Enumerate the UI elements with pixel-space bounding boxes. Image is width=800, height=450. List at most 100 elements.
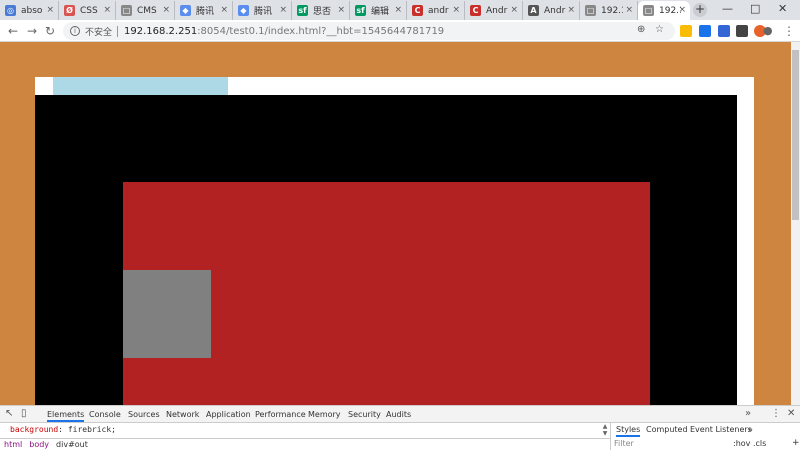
browser-tab[interactable]: A Andr × xyxy=(523,1,580,20)
tab-title: absol xyxy=(21,5,43,16)
browser-tab[interactable]: sf 编辑 × xyxy=(350,1,407,20)
new-tab-button[interactable]: + xyxy=(693,3,707,17)
minimize-button[interactable]: — xyxy=(722,2,733,16)
firebrick-box xyxy=(123,182,650,405)
tab-title: CMS xyxy=(137,5,157,16)
maximize-button[interactable]: □ xyxy=(750,2,760,16)
page-scrollbar[interactable] xyxy=(791,42,800,405)
browser-tab[interactable]: ◎ absol × xyxy=(0,1,59,20)
tab-close-icon[interactable]: × xyxy=(162,5,170,15)
styles-more-icon[interactable]: » xyxy=(748,425,753,434)
devtools-tab-audits[interactable]: Audits xyxy=(386,406,411,422)
outer-white-box xyxy=(35,77,754,405)
devtools-menu-icon[interactable]: ⋮ xyxy=(771,408,781,420)
tab-title: 思否 xyxy=(313,7,332,17)
page-icon: □ xyxy=(643,5,654,16)
zoom-icon[interactable]: ⊕ xyxy=(637,24,645,35)
ext-google-icon[interactable] xyxy=(680,25,692,37)
div-out xyxy=(35,95,737,405)
devtools-more-tabs-icon[interactable]: » xyxy=(745,408,751,420)
chrome-menu-icon[interactable]: ⋮ xyxy=(783,23,795,39)
device-toolbar-icon[interactable]: ▯ xyxy=(21,408,27,420)
tab-close-icon[interactable]: × xyxy=(103,5,111,15)
tab-close-icon[interactable]: × xyxy=(220,5,228,15)
tab-title: Andr xyxy=(486,5,508,16)
tab-title: andr xyxy=(428,5,449,16)
url-host: 192.168.2.251 xyxy=(124,25,198,37)
elements-code-line[interactable]: background: firebrick; xyxy=(10,425,116,434)
tab-close-icon[interactable]: × xyxy=(510,5,518,15)
browser-tab-active[interactable]: □192.1× xyxy=(638,1,690,20)
tab-title: 腾讯 xyxy=(254,7,273,17)
page-scrollbar-thumb[interactable] xyxy=(792,50,799,220)
browser-tab[interactable]: Ø CSS × xyxy=(59,1,116,20)
styles-tab-styles[interactable]: Styles xyxy=(616,425,641,437)
account-icon[interactable]: ● xyxy=(763,23,773,39)
segmentfault-icon: sf xyxy=(355,5,366,16)
devtools-tab-memory[interactable]: Memory xyxy=(308,406,341,422)
devtools-tab-performance[interactable]: Performance xyxy=(255,406,306,422)
hov-cls-toggle[interactable]: :hov .cls xyxy=(733,439,766,448)
ext-shield-icon[interactable] xyxy=(699,25,711,37)
elements-scroll-arrows[interactable]: ▲ ▼ xyxy=(600,423,610,438)
styles-tab-computed[interactable]: Computed xyxy=(646,425,688,434)
ext-dark-icon[interactable] xyxy=(736,25,748,37)
tab-close-icon[interactable]: × xyxy=(678,5,686,15)
tab-close-icon[interactable]: × xyxy=(337,5,345,15)
tab-close-icon[interactable]: × xyxy=(567,5,575,15)
devtools-tab-elements[interactable]: Elements xyxy=(47,406,85,422)
page-viewport xyxy=(0,42,791,405)
tab-title: 腾讯 xyxy=(196,7,215,17)
bookmark-star-icon[interactable]: ☆ xyxy=(655,24,664,35)
inspect-element-icon[interactable]: ↖ xyxy=(5,408,13,420)
tencent-icon: ◆ xyxy=(180,5,191,16)
tab-close-icon[interactable]: × xyxy=(394,5,402,15)
address-bar[interactable]: i 不安全 192.168.2.251:8054/test0.1/index.h… xyxy=(63,22,675,40)
segmentfault-icon: sf xyxy=(297,5,308,16)
forward-arrow-icon[interactable]: → xyxy=(27,23,37,39)
back-arrow-icon[interactable]: ← xyxy=(8,23,18,39)
breadcrumb: html body div#out xyxy=(0,438,610,450)
breadcrumb-item[interactable]: div#out xyxy=(56,440,88,449)
devtools-tab-security[interactable]: Security xyxy=(348,406,381,422)
browser-tab[interactable]: ◆ 腾讯 × xyxy=(233,1,292,20)
browser-tab[interactable]: Candr × xyxy=(407,1,465,20)
styles-tab-event-listeners[interactable]: Event Listeners xyxy=(690,425,752,434)
ext-blue-icon[interactable] xyxy=(718,25,730,37)
browser-tab[interactable]: □ CMS × xyxy=(116,1,175,20)
github-icon: A xyxy=(528,5,539,16)
page-icon: □ xyxy=(121,5,132,16)
url-text[interactable]: 192.168.2.251:8054/test0.1/index.html?__… xyxy=(124,26,444,37)
browser-tab[interactable]: ◆ 腾讯 × xyxy=(175,1,233,20)
tab-close-icon[interactable]: × xyxy=(625,5,633,15)
tab-strip: ◎ absol × Ø CSS × □ CMS × ◆ 腾讯 × ◆ 腾讯 × sf 思否 × sf 编辑 × Candr… xyxy=(0,0,800,20)
close-window-button[interactable]: ✕ xyxy=(778,2,787,16)
browser-tab[interactable]: C Andr × xyxy=(465,1,523,20)
devtools-tab-sources[interactable]: Sources xyxy=(128,406,160,422)
reload-icon[interactable]: ↻ xyxy=(45,23,55,39)
breadcrumb-item[interactable]: body xyxy=(29,440,49,449)
devtools-tab-network[interactable]: Network xyxy=(166,406,199,422)
css-property: background xyxy=(10,425,59,434)
tab-title: 192.1 xyxy=(601,5,623,16)
devtools-tab-application[interactable]: Application xyxy=(206,406,251,422)
styles-pane: Styles Computed Event Listeners » Filter :… xyxy=(610,423,800,450)
styles-filter-input[interactable]: Filter xyxy=(614,439,634,448)
devtools-close-icon[interactable]: ✕ xyxy=(787,408,795,420)
new-style-rule-button[interactable]: + xyxy=(792,438,800,448)
css-colon: : xyxy=(58,425,68,434)
devtools-tab-console[interactable]: Console xyxy=(89,406,121,422)
address-separator xyxy=(117,25,119,37)
tab-close-icon[interactable]: × xyxy=(279,5,287,15)
breadcrumb-item[interactable]: html xyxy=(4,440,22,449)
browser-toolbar: ← → ↻ i 不安全 192.168.2.251:8054/test0.1/i… xyxy=(0,20,800,42)
lightblue-box xyxy=(53,77,228,95)
info-icon[interactable]: i xyxy=(70,26,80,36)
tab-close-icon[interactable]: × xyxy=(46,5,54,15)
page-icon: □ xyxy=(585,5,596,16)
css-value: firebrick; xyxy=(67,425,116,434)
csdn-icon: C xyxy=(470,5,481,16)
browser-tab[interactable]: sf 思否 × xyxy=(292,1,350,20)
browser-tab[interactable]: □ 192.1× xyxy=(580,1,638,20)
tab-close-icon[interactable]: × xyxy=(452,5,460,15)
